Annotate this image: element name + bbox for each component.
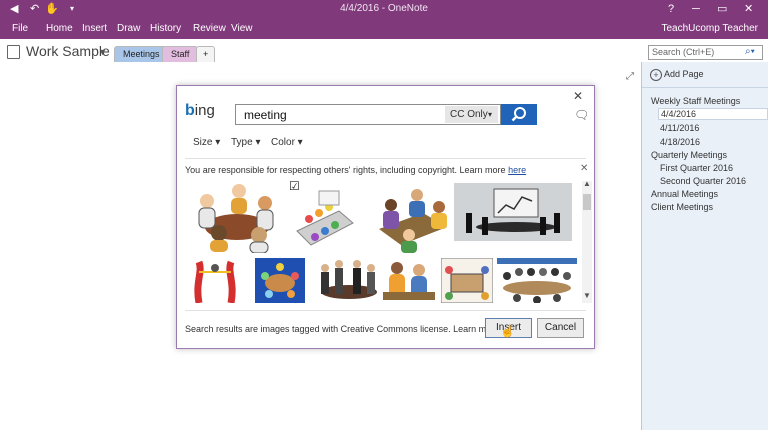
add-page-button[interactable]: Add Page	[664, 69, 704, 79]
mouse-cursor-icon: ☝	[500, 324, 515, 338]
ribbon-cutting-image	[194, 260, 236, 303]
chevron-down-icon[interactable]: ▼	[98, 47, 107, 57]
group-discussion-image	[383, 262, 435, 300]
page-item[interactable]: Annual Meetings	[651, 189, 718, 199]
search-button[interactable]	[501, 104, 537, 125]
license-filter-dropdown[interactable]: CC Only ▾	[445, 106, 498, 123]
image-search-dialog: ✕ bbinging meeting CC Only ▾ 🗨 Size ▾ Ty…	[176, 85, 595, 349]
business-meeting-image	[379, 189, 447, 253]
table-sketch-image	[440, 257, 494, 303]
license-filter-label: CC Only	[450, 109, 488, 120]
restore-icon[interactable]: ▭	[717, 2, 727, 16]
divider	[185, 158, 586, 159]
tab-home[interactable]: Home	[46, 23, 73, 34]
bing-logo: bbinging	[185, 102, 215, 119]
tab-file[interactable]: File	[12, 23, 28, 34]
color-filter-dropdown[interactable]: Color ▾	[271, 137, 303, 148]
magnifier-icon	[511, 107, 526, 122]
feedback-icon[interactable]: 🗨	[574, 108, 589, 122]
boardroom-presentation-image	[454, 183, 572, 241]
team-meeting-image	[321, 260, 377, 299]
scroll-up-icon[interactable]: ▲	[583, 179, 591, 188]
expand-icon[interactable]: ⤢	[626, 71, 634, 82]
image-result-selected[interactable]: ☑	[289, 181, 355, 253]
pane-divider	[642, 87, 768, 88]
copyright-notice: You are responsible for respecting other…	[185, 165, 527, 175]
image-result[interactable]	[185, 183, 283, 254]
user-name[interactable]: TeachUcomp Teacher	[661, 23, 758, 34]
help-icon[interactable]: ?	[668, 2, 674, 16]
image-result[interactable]	[383, 258, 435, 303]
cancel-button[interactable]: Cancel	[537, 318, 584, 338]
chevron-down-icon: ▾	[488, 110, 493, 119]
page-item[interactable]: 4/18/2016	[660, 137, 700, 147]
close-icon[interactable]: ✕	[573, 89, 583, 103]
tab-section-staff[interactable]: Staff	[162, 46, 199, 62]
title-bar: ◀ ↶ ✋ ▾ 4/4/2016 - OneNote ? ─ ▭ ✕	[0, 0, 768, 18]
learn-more-link[interactable]: here	[508, 165, 526, 175]
image-result[interactable]	[454, 183, 572, 241]
type-filter-dropdown[interactable]: Type ▾	[231, 137, 261, 148]
conference-crowd-image	[497, 258, 577, 303]
divider	[185, 310, 586, 311]
search-input[interactable]: Search (Ctrl+E) ⌕▾	[648, 45, 763, 60]
tab-history[interactable]: History	[150, 23, 181, 34]
image-result[interactable]	[497, 258, 577, 303]
page-item[interactable]: Quarterly Meetings	[651, 150, 727, 160]
tab-insert[interactable]: Insert	[82, 23, 107, 34]
page-item-selected[interactable]: 4/4/2016	[658, 108, 768, 120]
window-title: 4/4/2016 - OneNote	[340, 3, 428, 14]
results-scrollbar[interactable]: ▲ ▼	[582, 179, 592, 303]
conference-table-image	[296, 190, 354, 246]
page-item[interactable]: 4/11/2016	[660, 123, 699, 133]
tab-view[interactable]: View	[231, 23, 253, 34]
license-note: Search results are images tagged with Cr…	[185, 324, 520, 334]
scroll-thumb[interactable]	[583, 194, 591, 210]
minimize-icon[interactable]: ─	[692, 2, 700, 16]
page-pane: + Add Page Weekly Staff Meetings 4/4/201…	[641, 62, 768, 430]
image-result[interactable]	[255, 258, 305, 303]
page-item[interactable]: Second Quarter 2016	[660, 176, 746, 186]
page-item[interactable]: Client Meetings	[651, 202, 713, 212]
tab-section-meetings[interactable]: Meetings	[114, 46, 169, 62]
image-result[interactable]	[185, 258, 247, 303]
tab-review[interactable]: Review	[193, 23, 226, 34]
image-result[interactable]	[315, 258, 381, 303]
notebook-bar: Work Sample ▼ Meetings Staff + Search (C…	[0, 39, 768, 63]
meeting-clipart-image	[198, 184, 274, 254]
image-result[interactable]	[440, 257, 494, 303]
search-query-text: meeting	[244, 108, 287, 122]
checkbox-checked-icon[interactable]: ☑	[289, 181, 300, 193]
search-query-input[interactable]: meeting CC Only ▾	[235, 104, 501, 125]
image-result[interactable]	[373, 183, 451, 253]
round-table-image	[255, 258, 305, 303]
close-icon[interactable]: ✕	[744, 2, 753, 16]
search-icon[interactable]: ⌕▾	[745, 46, 755, 57]
page-item[interactable]: Weekly Staff Meetings	[651, 96, 740, 106]
ribbon: File Home Insert Draw History Review Vie…	[0, 18, 768, 39]
dismiss-notice-icon[interactable]: ✕	[580, 163, 588, 174]
size-filter-dropdown[interactable]: Size ▾	[193, 137, 220, 148]
tab-draw[interactable]: Draw	[117, 23, 140, 34]
notebook-icon[interactable]	[7, 45, 20, 59]
add-section-button[interactable]: +	[196, 46, 216, 62]
plus-icon[interactable]: +	[650, 69, 662, 81]
image-results-grid: ☑	[185, 181, 581, 303]
search-placeholder: Search (Ctrl+E)	[652, 47, 715, 57]
page-item[interactable]: First Quarter 2016	[660, 163, 733, 173]
scroll-down-icon[interactable]: ▼	[583, 291, 591, 300]
